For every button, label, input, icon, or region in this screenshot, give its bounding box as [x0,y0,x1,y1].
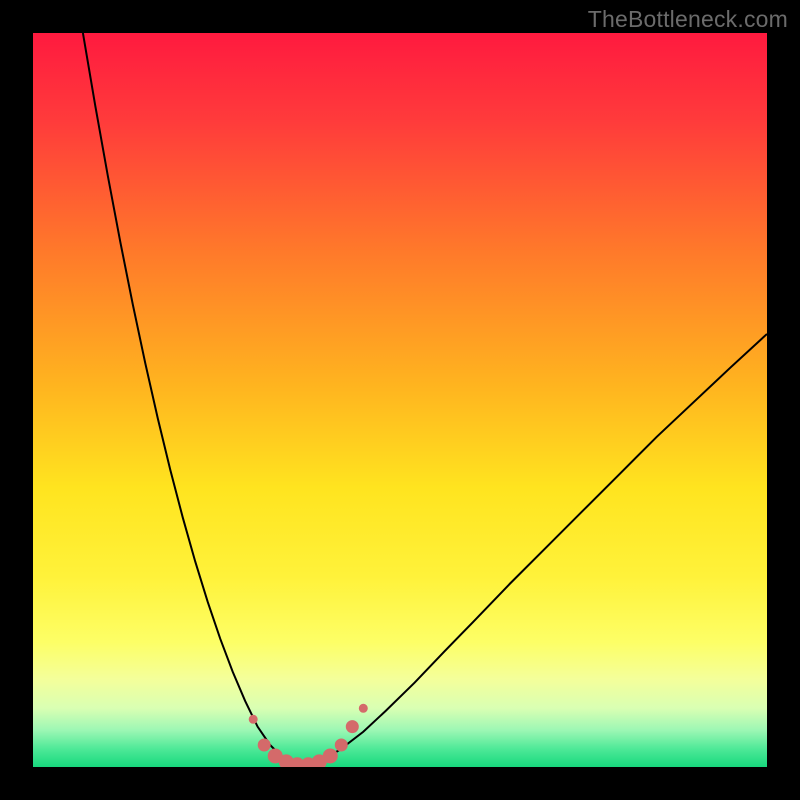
marker-dot [323,749,337,763]
marker-dot [258,739,270,751]
bottom-marker-cluster [249,704,367,767]
marker-dot [359,704,367,712]
curve-right-arm [301,334,767,767]
marker-dot [346,721,358,733]
outer-frame: TheBottleneck.com [0,0,800,800]
watermark-text: TheBottleneck.com [588,6,788,33]
marker-dot [249,715,257,723]
plot-area [33,33,767,767]
curve-left-arm [83,33,301,767]
curve-layer [33,33,767,767]
marker-dot [335,739,347,751]
